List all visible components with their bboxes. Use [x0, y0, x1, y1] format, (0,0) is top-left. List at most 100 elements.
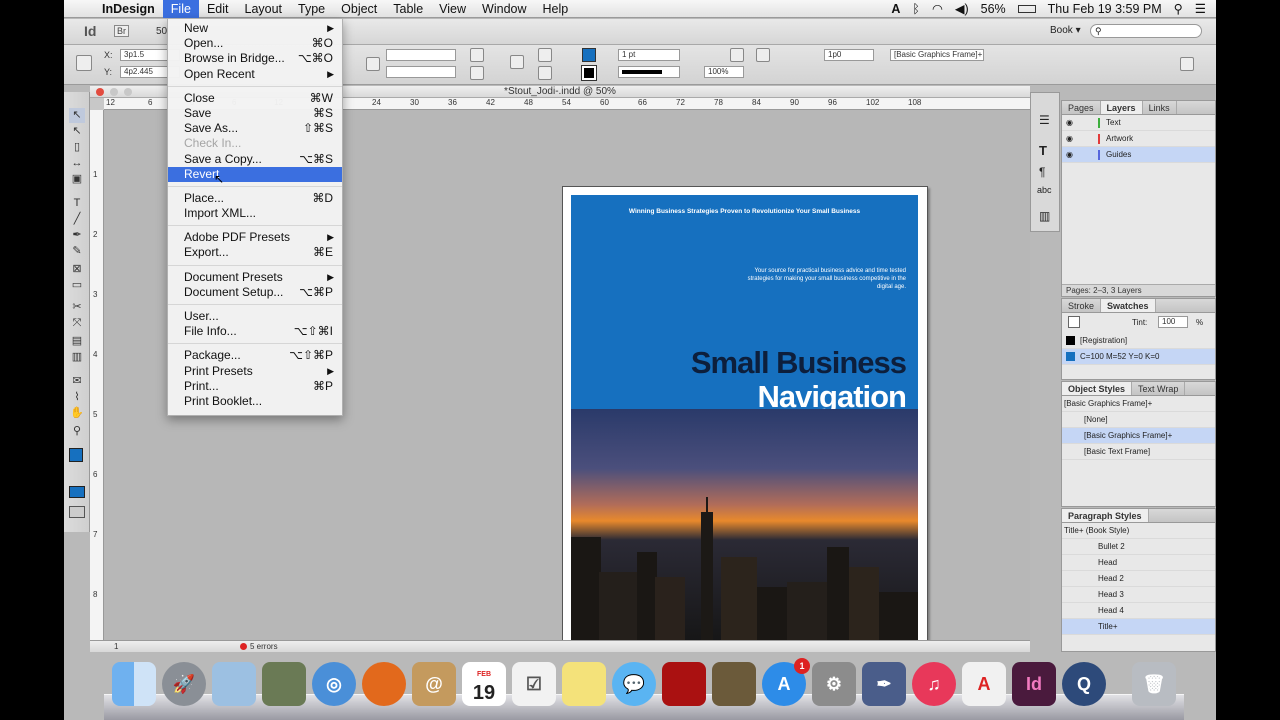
paragraph-style-item[interactable]: Title+ [1062, 619, 1215, 635]
object-style-field[interactable]: [Basic Graphics Frame]+ [890, 49, 984, 61]
menu-item-open[interactable]: Open... ⌘O [168, 36, 342, 51]
tab-layers[interactable]: Layers [1100, 101, 1143, 114]
wifi-icon[interactable]: ◠ [932, 1, 943, 16]
corner-size-field[interactable]: 1p0 [824, 49, 874, 61]
paragraph-style-item[interactable]: Head 2 [1062, 571, 1215, 587]
shear-icon[interactable] [470, 66, 484, 80]
constrain-proportions-icon[interactable] [366, 57, 380, 71]
gradient-swatch-tool-icon[interactable]: ▤ [69, 334, 85, 349]
tint-field[interactable]: 100 [1158, 316, 1188, 328]
menu-item-document-presets[interactable]: Document Presets ▶ [168, 270, 342, 285]
zoom-tool-icon[interactable]: ⚲ [69, 424, 85, 439]
stroke-weight-field[interactable]: 1 pt [618, 49, 680, 61]
mail-icon[interactable] [212, 662, 256, 706]
menu-help[interactable]: Help [535, 0, 577, 18]
menu-table[interactable]: Table [385, 0, 431, 18]
image-capture-icon[interactable] [712, 662, 756, 706]
tab-links[interactable]: Links [1143, 101, 1177, 114]
indesign-dock-icon[interactable]: Id [1012, 662, 1056, 706]
trash-icon[interactable]: 🗑 [1132, 662, 1176, 706]
layer-row[interactable]: ◉ Text [1062, 115, 1215, 131]
menu-item-new[interactable]: New ▶ [168, 21, 342, 36]
menu-app-indesign[interactable]: InDesign [94, 0, 163, 18]
fill-stroke-icon[interactable] [69, 448, 83, 462]
swatch-row[interactable]: C=100 M=52 Y=0 K=0 [1062, 349, 1215, 365]
menu-item-browse-in-bridge[interactable]: Browse in Bridge... ⌥⌘O [168, 51, 342, 66]
contacts-icon[interactable]: @ [412, 662, 456, 706]
menu-item-print[interactable]: Print... ⌘P [168, 379, 342, 394]
stroke-swatch[interactable] [581, 65, 597, 81]
menu-item-adobe-pdf-presets[interactable]: Adobe PDF Presets ▶ [168, 230, 342, 245]
flip-horizontal-icon[interactable] [538, 48, 552, 62]
stroke-type-field[interactable] [618, 66, 680, 78]
spelling-panel-icon[interactable]: abc [1037, 185, 1052, 195]
menu-item-open-recent[interactable]: Open Recent ▶ [168, 67, 342, 82]
tab-paragraph-styles[interactable]: Paragraph Styles [1062, 509, 1149, 522]
hand-tool-icon[interactable]: ✋ [69, 406, 85, 421]
paragraph-style-item[interactable]: Bullet 2 [1062, 539, 1215, 555]
height-field[interactable] [386, 66, 456, 78]
swatch-row[interactable]: [Registration] [1062, 333, 1215, 349]
eyedropper-tool-icon[interactable]: ⌇ [69, 390, 85, 405]
tab-text-wrap[interactable]: Text Wrap [1132, 382, 1186, 395]
opacity-field[interactable]: 100% [704, 66, 744, 78]
text-wrap-icon[interactable] [756, 48, 770, 62]
paragraph-style-item[interactable]: Head 3 [1062, 587, 1215, 603]
menu-item-import-xml[interactable]: Import XML... [168, 206, 342, 221]
rotate-icon[interactable] [470, 48, 484, 62]
notification-center-icon[interactable]: ☰ [1195, 1, 1206, 16]
eye-icon[interactable]: ◉ [1066, 131, 1073, 147]
quill-app-icon[interactable]: ✒ [862, 662, 906, 706]
line-tool-icon[interactable]: ╱ [69, 212, 85, 227]
close-window-button[interactable] [96, 88, 104, 96]
layer-row[interactable]: ◉ Artwork [1062, 131, 1215, 147]
menu-item-save-as[interactable]: Save As... ⇧⌘S [168, 121, 342, 136]
page-tool-icon[interactable]: ▯ [69, 140, 85, 155]
minimize-window-button[interactable] [110, 88, 118, 96]
menu-item-package[interactable]: Package... ⌥⇧⌘P [168, 348, 342, 363]
character-panel-icon[interactable]: T [1039, 143, 1047, 158]
reminders-icon[interactable]: ☑ [512, 662, 556, 706]
pencil-tool-icon[interactable]: ✎ [69, 244, 85, 259]
adobe-icon[interactable]: A [891, 2, 900, 16]
scissors-tool-icon[interactable]: ✂ [69, 300, 85, 315]
direct-selection-tool-icon[interactable]: ↖ [69, 124, 85, 139]
rectangle-tool-icon[interactable]: ▭ [69, 278, 85, 293]
menu-window[interactable]: Window [474, 0, 534, 18]
fill-stroke-proxy-icon[interactable] [1068, 316, 1080, 328]
zoom-window-button[interactable] [124, 88, 132, 96]
tab-pages[interactable]: Pages [1062, 101, 1101, 114]
calendar-icon[interactable]: FEB 19 [462, 662, 506, 706]
object-style-item[interactable]: [Basic Graphics Frame]+ [1062, 428, 1215, 444]
notes-icon[interactable] [562, 662, 606, 706]
quick-apply-icon[interactable] [1180, 57, 1194, 71]
battery-percent[interactable]: 56% [981, 2, 1006, 16]
volume-icon[interactable]: ◀) [955, 1, 969, 16]
gradient-feather-tool-icon[interactable]: ▥ [69, 350, 85, 365]
flip-vertical-icon[interactable] [538, 66, 552, 80]
menu-item-save[interactable]: Save ⌘S [168, 106, 342, 121]
vertical-ruler[interactable]: 1 2 3 4 5 6 7 8 [90, 110, 104, 646]
book-panel-icon[interactable]: ▥ [1039, 209, 1050, 223]
safari-icon[interactable]: ◎ [312, 662, 356, 706]
menu-item-export[interactable]: Export... ⌘E [168, 245, 342, 260]
bluetooth-icon[interactable]: ᛒ [912, 2, 920, 16]
selection-tool-icon[interactable]: ↖ [69, 108, 85, 123]
menu-view[interactable]: View [431, 0, 474, 18]
eye-icon[interactable]: ◉ [1066, 147, 1073, 163]
menu-clock[interactable]: Thu Feb 19 3:59 PM [1048, 2, 1162, 16]
reference-point-icon[interactable] [76, 55, 92, 71]
city-skyline-image[interactable] [571, 409, 918, 640]
menu-item-file-info[interactable]: File Info... ⌥⇧⌘I [168, 324, 342, 339]
menu-item-save-a-copy[interactable]: Save a Copy... ⌥⌘S [168, 152, 342, 167]
spotlight-icon[interactable]: ⚲ [1174, 1, 1183, 16]
align-panel-icon[interactable]: ☰ [1039, 113, 1050, 127]
search-field[interactable]: ⚲ [1090, 24, 1202, 38]
menu-item-print-booklet[interactable]: Print Booklet... [168, 394, 342, 409]
battery-icon[interactable] [1017, 4, 1036, 13]
acrobat-icon[interactable]: A [962, 662, 1006, 706]
messages-icon[interactable]: 💬 [612, 662, 656, 706]
menu-edit[interactable]: Edit [199, 0, 237, 18]
photo-booth-icon[interactable] [662, 662, 706, 706]
firefox-icon[interactable] [362, 662, 406, 706]
